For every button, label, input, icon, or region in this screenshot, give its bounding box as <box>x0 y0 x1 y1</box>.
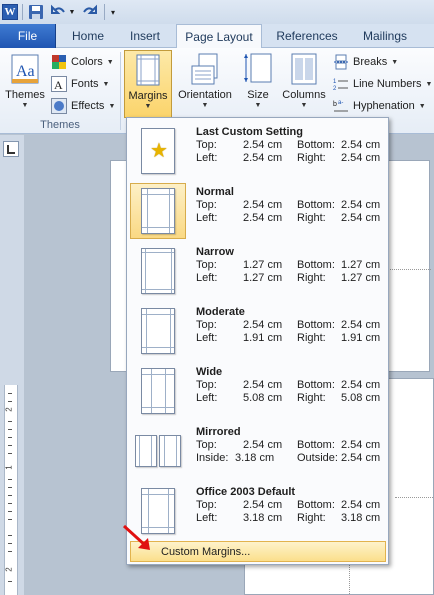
save-icon[interactable] <box>27 3 45 21</box>
option-title: Wide <box>196 366 223 378</box>
margin-guide <box>395 497 434 498</box>
svg-text:A: A <box>54 78 63 92</box>
size-icon <box>242 52 274 86</box>
breaks-button[interactable]: Breaks ▼ <box>333 52 398 72</box>
breaks-icon <box>334 54 348 70</box>
size-label: Size <box>247 89 269 101</box>
line-numbers-label: Line Numbers <box>353 78 422 90</box>
word-app-icon[interactable]: W <box>2 4 18 20</box>
option-title: Mirrored <box>196 426 241 438</box>
chevron-down-icon: ▼ <box>102 80 110 88</box>
breaks-label: Breaks <box>353 56 388 68</box>
option-title: Last Custom Setting <box>196 126 303 138</box>
margin-option-mirrored[interactable]: Mirrored Top: 2.54 cm Bottom: 2.54 cm Insid… <box>129 420 386 480</box>
margin-option-moderate[interactable]: Moderate Top: 2.54 cm Bottom: 2.54 cm Left:… <box>129 300 386 360</box>
margin-option-wide[interactable]: Wide Top: 2.54 cm Bottom: 2.54 cm Left: 5.08… <box>129 360 386 420</box>
custom-margins-label: Custom Margins... <box>161 545 251 558</box>
ruler-number: 2 <box>4 567 14 572</box>
customize-toolbar-icon[interactable]: ▾ <box>108 3 118 21</box>
margin-option-office-2003-default[interactable]: Office 2003 Default Top: 2.54 cm Bottom: 2.… <box>129 480 386 540</box>
orientation-icon <box>189 52 221 86</box>
hyphenation-icon: b a- <box>333 100 348 112</box>
chevron-down-icon: ▼ <box>108 102 116 110</box>
hyphenation-label: Hyphenation <box>353 100 415 112</box>
chevron-down-icon: ▼ <box>201 102 209 109</box>
fonts-label: Fonts <box>71 78 99 90</box>
orientation-button[interactable]: Orientation ▼ <box>174 50 236 118</box>
undo-icon[interactable] <box>50 3 68 21</box>
tab-home[interactable]: Home <box>63 24 113 48</box>
tab-page-layout[interactable]: Page Layout <box>176 24 262 49</box>
svg-text:Aa: Aa <box>16 63 35 80</box>
undo-dropdown-icon[interactable]: ▼ <box>68 3 76 21</box>
group-divider <box>120 52 121 130</box>
custom-margins-button[interactable]: Custom Margins... <box>130 541 386 562</box>
themes-icon: Aa <box>9 52 41 86</box>
svg-text:1: 1 <box>333 79 337 85</box>
effects-label: Effects <box>71 100 105 112</box>
margin-option-last-custom[interactable]: ★ Last Custom Setting Top: 2.54 cm Bottom:… <box>129 120 386 180</box>
hyphenation-button[interactable]: b a- Hyphenation ▼ <box>333 96 426 116</box>
chevron-down-icon: ▼ <box>300 102 308 109</box>
columns-icon <box>288 52 320 86</box>
option-title: Moderate <box>196 306 245 318</box>
line-numbers-icon: 12 <box>333 79 348 92</box>
redo-icon[interactable] <box>80 3 98 21</box>
chevron-down-icon: ▼ <box>391 58 399 66</box>
fonts-button[interactable]: A Fonts ▼ <box>51 74 109 94</box>
margin-option-normal[interactable]: Normal Top: 2.54 cm Bottom: 2.54 cm Left: 2.… <box>129 180 386 240</box>
margins-label: Margins <box>128 90 168 102</box>
tab-mailings[interactable]: Mailings <box>352 24 418 48</box>
toolbar-divider <box>22 4 23 20</box>
chevron-down-icon: ▼ <box>21 102 29 109</box>
chevron-down-icon: ▼ <box>254 102 262 109</box>
margin-preview <box>130 423 186 479</box>
vertical-ruler: 2 1 2 <box>4 385 18 595</box>
columns-button[interactable]: Columns ▼ <box>280 50 328 118</box>
size-button[interactable]: Size ▼ <box>240 50 276 118</box>
tab-references[interactable]: References <box>266 24 348 48</box>
margins-dropdown: ★ Last Custom Setting Top: 2.54 cm Bottom:… <box>126 117 389 565</box>
annotation-arrow-icon <box>122 524 150 550</box>
svg-text:b: b <box>333 101 337 108</box>
themes-group-label: Themes <box>40 119 80 131</box>
line-numbers-button[interactable]: 12 Line Numbers ▼ <box>333 74 432 94</box>
tab-insert[interactable]: Insert <box>118 24 172 48</box>
effects-button[interactable]: Effects ▼ <box>51 96 115 116</box>
margin-preview <box>130 303 186 359</box>
option-title: Office 2003 Default <box>196 486 296 498</box>
colors-icon <box>52 55 66 69</box>
chevron-down-icon: ▼ <box>106 58 114 66</box>
svg-text:a-: a- <box>338 100 343 106</box>
tab-file[interactable]: File <box>0 24 56 48</box>
themes-button[interactable]: Aa Themes ▼ <box>4 50 46 118</box>
themes-label: Themes <box>5 89 45 101</box>
colors-button[interactable]: Colors ▼ <box>51 52 114 72</box>
margin-preview <box>130 363 186 419</box>
chevron-down-icon: ▼ <box>144 103 152 110</box>
margin-preview <box>130 243 186 299</box>
chevron-down-icon: ▼ <box>425 80 433 88</box>
columns-label: Columns <box>282 89 326 101</box>
ruler-number: 1 <box>4 465 14 470</box>
option-title: Narrow <box>196 246 234 258</box>
svg-text:2: 2 <box>333 86 337 92</box>
effects-icon <box>51 98 67 114</box>
colors-label: Colors <box>71 56 103 68</box>
fonts-icon: A <box>51 76 67 92</box>
tab-selector-icon[interactable] <box>3 141 19 157</box>
option-title: Normal <box>196 186 234 198</box>
chevron-down-icon: ▼ <box>418 102 426 110</box>
star-icon: ★ <box>150 140 168 162</box>
orientation-label: Orientation <box>178 89 232 101</box>
margin-option-narrow[interactable]: Narrow Top: 1.27 cm Bottom: 1.27 cm Left: 1.… <box>129 240 386 300</box>
ribbon-tabs: File Home Insert Page Layout References … <box>0 24 434 49</box>
ruler-number: 2 <box>4 407 14 412</box>
margins-icon <box>132 53 164 87</box>
margins-button[interactable]: Margins ▼ <box>124 50 172 118</box>
margin-preview <box>130 183 186 239</box>
toolbar-divider <box>104 4 105 20</box>
margin-preview: ★ <box>130 123 186 179</box>
quick-access-toolbar: W ▼ ▾ <box>0 0 434 24</box>
